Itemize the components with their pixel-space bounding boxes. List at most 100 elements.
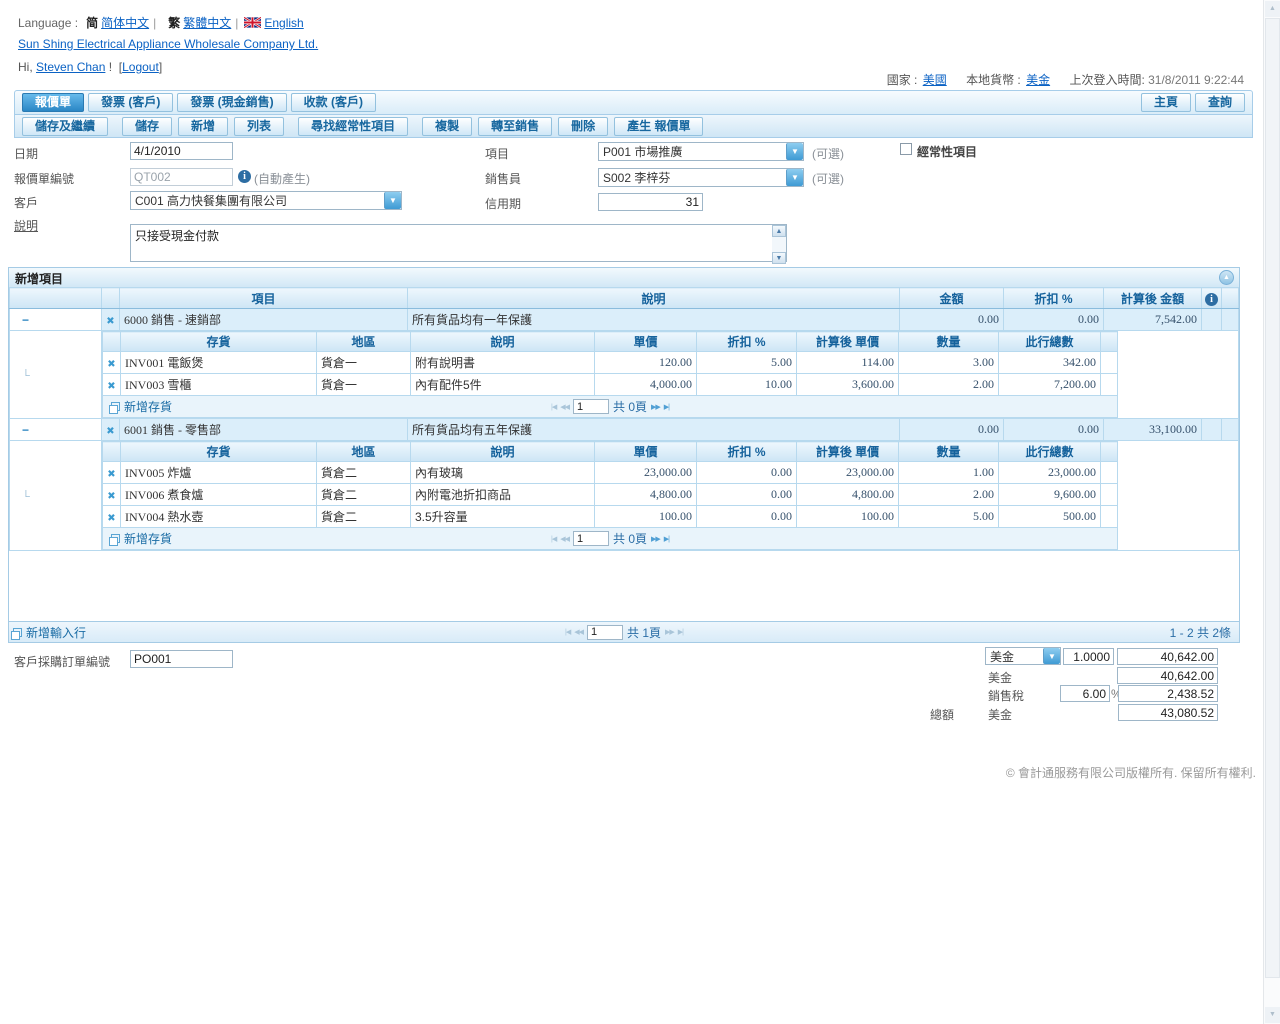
lang-simplified-link[interactable]: 简体中文 bbox=[101, 16, 149, 30]
delete-row-icon[interactable]: ✖ bbox=[107, 469, 115, 480]
group-amount[interactable]: 0.00 bbox=[900, 419, 1004, 441]
collapse-minus-icon[interactable]: − bbox=[14, 423, 29, 437]
group-desc[interactable]: 所有貨品均有五年保護 bbox=[408, 419, 900, 441]
delete-row-icon[interactable]: ✖ bbox=[106, 316, 114, 327]
to-sales-button[interactable]: 轉至銷售 bbox=[478, 117, 552, 136]
save-and-continue-button[interactable]: 儲存及繼續 bbox=[22, 117, 108, 136]
qty[interactable]: 2.00 bbox=[899, 484, 999, 506]
unit-price[interactable]: 4,000.00 bbox=[595, 374, 697, 396]
stock-name[interactable]: INV004 熱水壺 bbox=[121, 506, 317, 528]
stock-name[interactable]: INV006 煮食爐 bbox=[121, 484, 317, 506]
next-page-icon[interactable]: ▶▶ bbox=[651, 403, 660, 411]
prev-page-icon[interactable]: ◀◀ bbox=[560, 535, 569, 543]
scroll-up-icon[interactable]: ▲ bbox=[1265, 1, 1280, 17]
last-page-icon[interactable]: ▶| bbox=[678, 628, 683, 636]
lang-traditional-link[interactable]: 繁體中文 bbox=[183, 16, 231, 30]
scroll-down-icon[interactable]: ▼ bbox=[772, 252, 786, 264]
tab-quotation[interactable]: 報價單 bbox=[22, 93, 84, 112]
unit-price[interactable]: 120.00 bbox=[595, 352, 697, 374]
group-discount[interactable]: 0.00 bbox=[1004, 419, 1104, 441]
panel-collapse-button[interactable]: ▲ bbox=[1219, 270, 1234, 285]
stock-region[interactable]: 貨倉二 bbox=[317, 484, 411, 506]
tab-invoice-customer[interactable]: 發票 (客戶) bbox=[88, 93, 173, 112]
delete-row-icon[interactable]: ✖ bbox=[106, 426, 114, 437]
delete-row-icon[interactable]: ✖ bbox=[107, 381, 115, 392]
tab-receipt-customer[interactable]: 收款 (客戶) bbox=[291, 93, 376, 112]
po-number-input[interactable] bbox=[130, 650, 233, 668]
stock-name[interactable]: INV003 雪櫃 bbox=[121, 374, 317, 396]
last-page-icon[interactable]: ▶| bbox=[664, 535, 669, 543]
group-amount[interactable]: 0.00 bbox=[900, 309, 1004, 331]
unit-price[interactable]: 4,800.00 bbox=[595, 484, 697, 506]
next-page-icon[interactable]: ▶▶ bbox=[651, 535, 660, 543]
copy-button[interactable]: 複製 bbox=[422, 117, 472, 136]
add-stock-link[interactable]: 新增存貨 bbox=[111, 530, 172, 547]
scrollbar-thumb[interactable] bbox=[1265, 18, 1280, 978]
discount[interactable]: 10.00 bbox=[697, 374, 797, 396]
date-input[interactable] bbox=[130, 142, 233, 160]
user-name-link[interactable]: Steven Chan bbox=[36, 60, 105, 74]
stock-region[interactable]: 貨倉二 bbox=[317, 462, 411, 484]
company-name-link[interactable]: Sun Shing Electrical Appliance Wholesale… bbox=[18, 37, 318, 51]
add-stock-link[interactable]: 新增存貨 bbox=[111, 398, 172, 415]
delete-row-icon[interactable]: ✖ bbox=[107, 513, 115, 524]
logout-link[interactable]: Logout bbox=[122, 60, 159, 74]
project-dropdown[interactable]: P001 市場推廣 ▼ bbox=[598, 142, 804, 161]
list-button[interactable]: 列表 bbox=[234, 117, 284, 136]
next-page-icon[interactable]: ▶▶ bbox=[665, 628, 674, 636]
stock-region[interactable]: 貨倉一 bbox=[317, 374, 411, 396]
first-page-icon[interactable]: |◀ bbox=[551, 535, 556, 543]
chevron-down-icon[interactable]: ▼ bbox=[786, 169, 803, 186]
first-page-icon[interactable]: |◀ bbox=[565, 628, 570, 636]
generate-quotation-button[interactable]: 產生 報價單 bbox=[614, 117, 703, 136]
unit-price[interactable]: 23,000.00 bbox=[595, 462, 697, 484]
page-input[interactable] bbox=[573, 531, 609, 546]
group-desc[interactable]: 所有貨品均有一年保護 bbox=[408, 309, 900, 331]
salesman-dropdown[interactable]: S002 李梓芬 ▼ bbox=[598, 168, 804, 187]
country-link[interactable]: 美國 bbox=[923, 73, 947, 87]
delete-button[interactable]: 刪除 bbox=[558, 117, 608, 136]
chevron-down-icon[interactable]: ▼ bbox=[384, 192, 401, 209]
new-button[interactable]: 新增 bbox=[178, 117, 228, 136]
textarea-scrollbar[interactable]: ▲ ▼ bbox=[772, 225, 786, 264]
chevron-down-icon[interactable]: ▼ bbox=[1043, 648, 1060, 664]
group-item[interactable]: 6000 銷售 - 速銷部 bbox=[120, 309, 408, 331]
first-page-icon[interactable]: |◀ bbox=[551, 403, 556, 411]
group-discount[interactable]: 0.00 bbox=[1004, 309, 1104, 331]
stock-desc[interactable]: 內附電池折扣商品 bbox=[411, 484, 595, 506]
sales-tax-rate-input[interactable] bbox=[1060, 685, 1110, 702]
qty[interactable]: 3.00 bbox=[899, 352, 999, 374]
vertical-scrollbar[interactable]: ▲ ▼ bbox=[1263, 0, 1280, 1024]
discount[interactable]: 0.00 bbox=[697, 484, 797, 506]
recurring-item-checkbox[interactable] bbox=[900, 143, 912, 155]
info-icon[interactable]: i bbox=[238, 170, 251, 183]
save-button[interactable]: 儲存 bbox=[122, 117, 172, 136]
unit-price[interactable]: 100.00 bbox=[595, 506, 697, 528]
prev-page-icon[interactable]: ◀◀ bbox=[574, 628, 583, 636]
description-textarea[interactable]: 只接受現金付款 bbox=[130, 224, 787, 262]
delete-row-icon[interactable]: ✖ bbox=[107, 359, 115, 370]
delete-row-icon[interactable]: ✖ bbox=[107, 491, 115, 502]
stock-desc[interactable]: 3.5升容量 bbox=[411, 506, 595, 528]
lang-english-link[interactable]: English bbox=[264, 16, 303, 30]
stock-region[interactable]: 貨倉二 bbox=[317, 506, 411, 528]
stock-region[interactable]: 貨倉一 bbox=[317, 352, 411, 374]
stock-desc[interactable]: 內有配件5件 bbox=[411, 374, 595, 396]
customer-dropdown[interactable]: C001 高力快餐集團有限公司 ▼ bbox=[130, 191, 402, 210]
chevron-down-icon[interactable]: ▼ bbox=[786, 143, 803, 160]
scroll-down-icon[interactable]: ▼ bbox=[1265, 1007, 1280, 1023]
description-label-link[interactable]: 說明 bbox=[14, 217, 38, 234]
currency-select[interactable]: 美金 ▼ bbox=[985, 647, 1061, 665]
discount[interactable]: 5.00 bbox=[697, 352, 797, 374]
info-icon[interactable]: i bbox=[1205, 293, 1218, 306]
stock-name[interactable]: INV001 電飯煲 bbox=[121, 352, 317, 374]
page-input[interactable] bbox=[587, 625, 623, 640]
query-button[interactable]: 查詢 bbox=[1195, 93, 1245, 112]
add-entry-line-link[interactable]: 新增輸入行 bbox=[13, 624, 86, 641]
scroll-up-icon[interactable]: ▲ bbox=[772, 225, 786, 237]
stock-desc[interactable]: 附有說明書 bbox=[411, 352, 595, 374]
qty[interactable]: 2.00 bbox=[899, 374, 999, 396]
stock-name[interactable]: INV005 炸爐 bbox=[121, 462, 317, 484]
stock-desc[interactable]: 內有玻璃 bbox=[411, 462, 595, 484]
home-button[interactable]: 主頁 bbox=[1141, 93, 1191, 112]
